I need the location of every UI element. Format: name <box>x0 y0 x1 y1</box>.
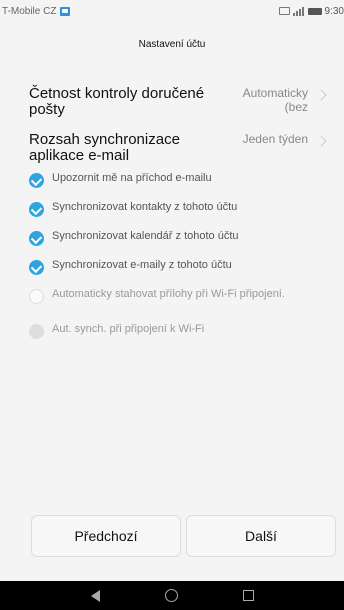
status-time: 9:30 <box>324 5 344 17</box>
page-title-text: Nastavení účtu <box>138 38 206 50</box>
checkbox-checked-icon[interactable] <box>29 202 44 217</box>
status-left: T-Mobile CZ <box>2 5 71 17</box>
setting-check-frequency[interactable]: Četnost kontroly doručené pošty Automati… <box>0 80 344 126</box>
status-bar: T-Mobile CZ 9:30 <box>0 0 344 22</box>
carrier-name: T-Mobile CZ <box>2 5 57 17</box>
chevron-right-icon <box>315 89 327 101</box>
checkbox-auto-sync-wifi: Aut. synch. při připojení k Wi-Fi <box>29 323 329 352</box>
checkbox-label: Synchronizovat e-maily z tohoto účtu <box>52 259 232 271</box>
signal-strength-icon <box>292 6 305 16</box>
checkbox-checked-icon[interactable] <box>29 173 44 188</box>
page-title: Nastavení účtu <box>0 22 344 66</box>
setting-sync-range[interactable]: Rozsah synchronizace aplikace e-mail Jed… <box>0 126 344 172</box>
chevron-right-icon <box>315 135 327 147</box>
checkbox-checked-icon[interactable] <box>29 260 44 275</box>
checkbox-checked-icon[interactable] <box>29 231 44 246</box>
setting-label: Četnost kontroly doručené pošty <box>29 85 205 118</box>
navigation-bar <box>0 581 344 610</box>
checkbox-disabled-icon <box>29 324 44 339</box>
checkbox-list: Upozornit mě na příchod e-mailu Synchron… <box>29 172 329 352</box>
checkbox-notify-email[interactable]: Upozornit mě na příchod e-mailu <box>29 172 329 201</box>
setting-label: Rozsah synchronizace aplikace e-mail <box>29 131 180 164</box>
next-button[interactable]: Další <box>186 515 336 557</box>
status-right: 9:30 <box>278 5 344 17</box>
back-icon[interactable] <box>90 589 100 602</box>
recent-apps-icon[interactable] <box>242 590 254 601</box>
checkbox-label: Automaticky stahovat přílohy při Wi-Fi p… <box>52 288 285 300</box>
checkbox-unchecked-icon[interactable] <box>29 289 44 304</box>
setting-value: Automaticky (bez <box>242 86 308 114</box>
checkbox-sync-calendar[interactable]: Synchronizovat kalendář z tohoto účtu <box>29 230 329 259</box>
checkbox-label: Synchronizovat kalendář z tohoto účtu <box>52 230 239 242</box>
checkbox-download-attachments[interactable]: Automaticky stahovat přílohy při Wi-Fi p… <box>29 288 329 323</box>
checkbox-sync-emails[interactable]: Synchronizovat e-maily z tohoto účtu <box>29 259 329 288</box>
checkbox-label: Upozornit mě na příchod e-mailu <box>52 172 212 184</box>
setting-value: Jeden týden <box>242 132 308 146</box>
previous-button[interactable]: Předchozí <box>31 515 181 557</box>
checkbox-label: Synchronizovat kontakty z tohoto účtu <box>52 201 238 213</box>
checkbox-sync-contacts[interactable]: Synchronizovat kontakty z tohoto účtu <box>29 201 329 230</box>
home-icon[interactable] <box>164 589 178 602</box>
battery-icon <box>307 7 322 15</box>
settings-list: Četnost kontroly doručené pošty Automati… <box>0 80 344 172</box>
checkbox-label: Aut. synch. při připojení k Wi-Fi <box>52 323 205 335</box>
sim-card-icon <box>278 7 290 15</box>
message-notification-icon <box>60 6 71 16</box>
